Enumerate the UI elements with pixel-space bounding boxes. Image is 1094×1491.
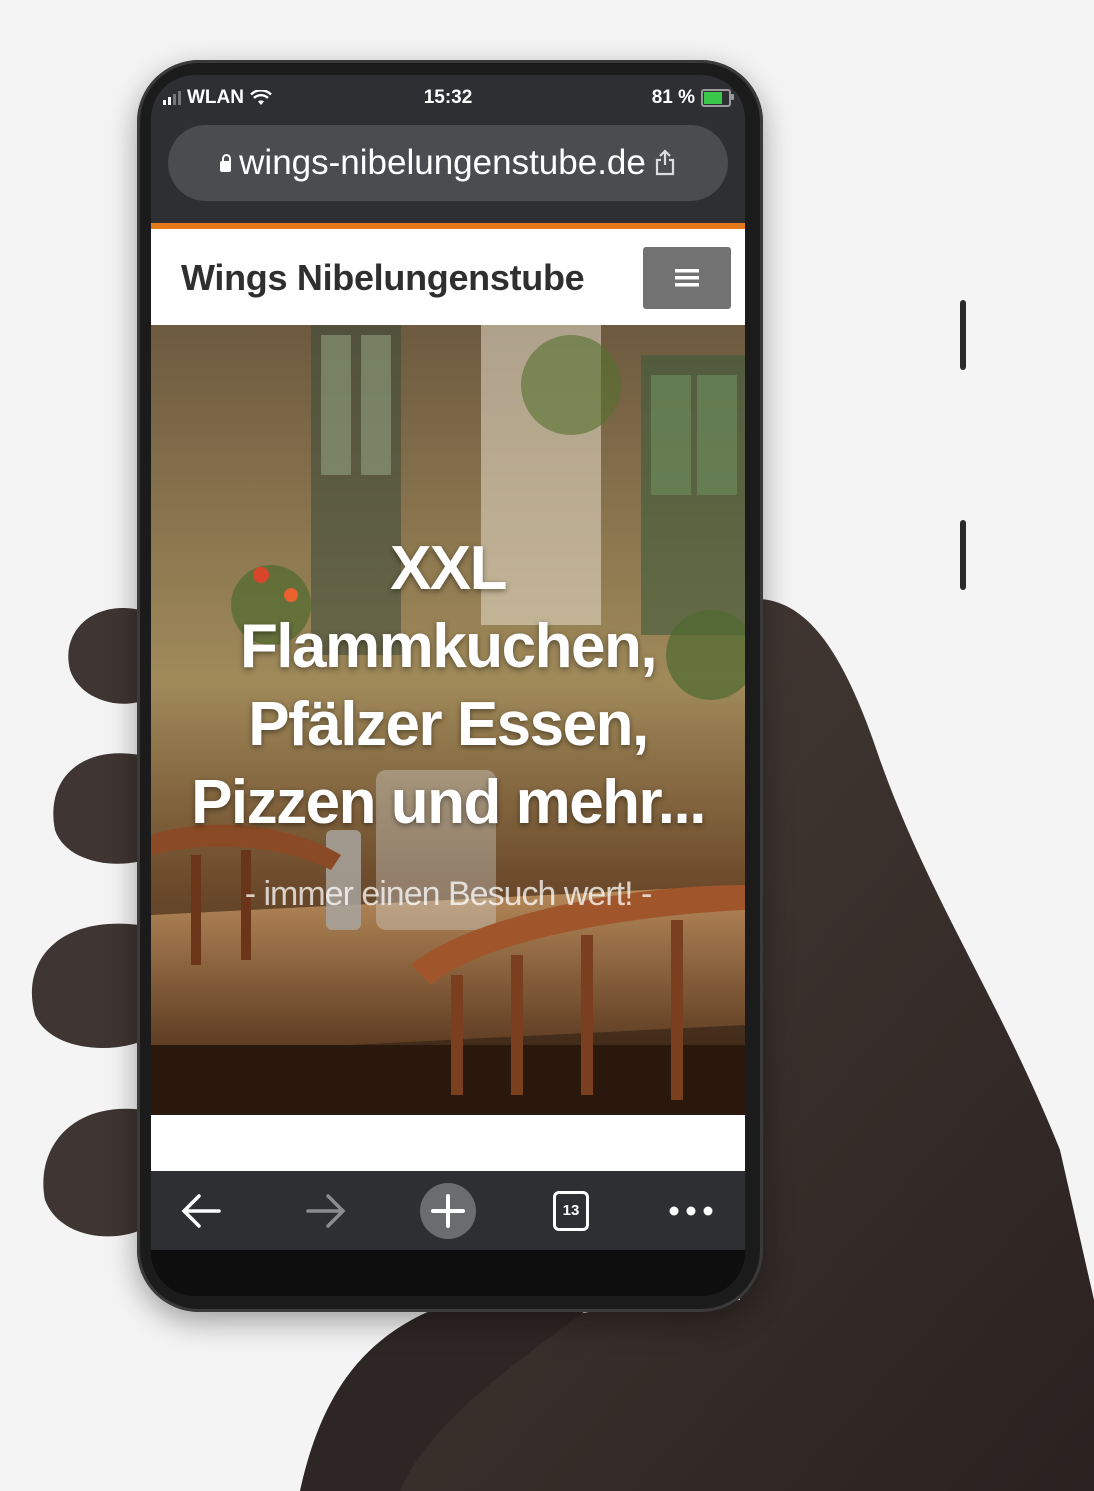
- battery-icon: [701, 89, 734, 107]
- hero-headline: XXL Flammkuchen, Pfälzer Essen, Pizzen u…: [151, 530, 745, 842]
- phone-chin: [151, 1250, 745, 1296]
- forward-arrow-icon: [306, 1193, 346, 1228]
- headline-line-1: XXL: [389, 534, 508, 603]
- tabs-icon: 13: [553, 1190, 589, 1231]
- volume-button: [960, 300, 966, 370]
- back-arrow-icon: [181, 1193, 221, 1228]
- hero-subline: - immer einen Besuch wert! -: [244, 875, 653, 913]
- headline-line-3: Pfälzer Essen,: [248, 690, 649, 759]
- more-button[interactable]: [656, 1171, 726, 1250]
- status-right: 81 %: [651, 87, 734, 109]
- status-bar: WLAN 15:32 81 %: [151, 75, 745, 119]
- url-text: wings-nibelungenstube.de: [239, 143, 646, 182]
- share-icon[interactable]: [654, 149, 676, 177]
- address-bar[interactable]: wings-nibelungenstube.de: [168, 125, 728, 201]
- lock-icon: [220, 153, 232, 172]
- menu-button[interactable]: [643, 247, 731, 309]
- content-strip: [151, 1115, 745, 1171]
- plus-icon: [431, 1193, 465, 1228]
- headline-line-2: Flammkuchen,: [239, 612, 658, 681]
- site-header: Wings Nibelungenstube: [151, 229, 745, 325]
- forward-button[interactable]: [296, 1171, 356, 1250]
- tabs-button[interactable]: 13: [541, 1171, 601, 1250]
- back-button[interactable]: [171, 1171, 231, 1250]
- headline-line-4: Pizzen und mehr...: [191, 768, 706, 837]
- phone-screen: WLAN 15:32 81 % wings-nibelungenstube.de…: [151, 75, 745, 1250]
- new-tab-button[interactable]: [416, 1171, 480, 1250]
- more-dots-icon: [669, 1206, 713, 1215]
- battery-fill: [704, 92, 722, 104]
- hamburger-icon: [675, 269, 699, 287]
- plus-circle: [420, 1182, 476, 1239]
- site-title[interactable]: Wings Nibelungenstube: [181, 257, 585, 299]
- hero-section: XXL Flammkuchen, Pfälzer Essen, Pizzen u…: [151, 325, 745, 1115]
- power-button: [960, 520, 966, 590]
- browser-toolbar: 13: [151, 1171, 745, 1250]
- battery-percent: 81 %: [651, 87, 695, 108]
